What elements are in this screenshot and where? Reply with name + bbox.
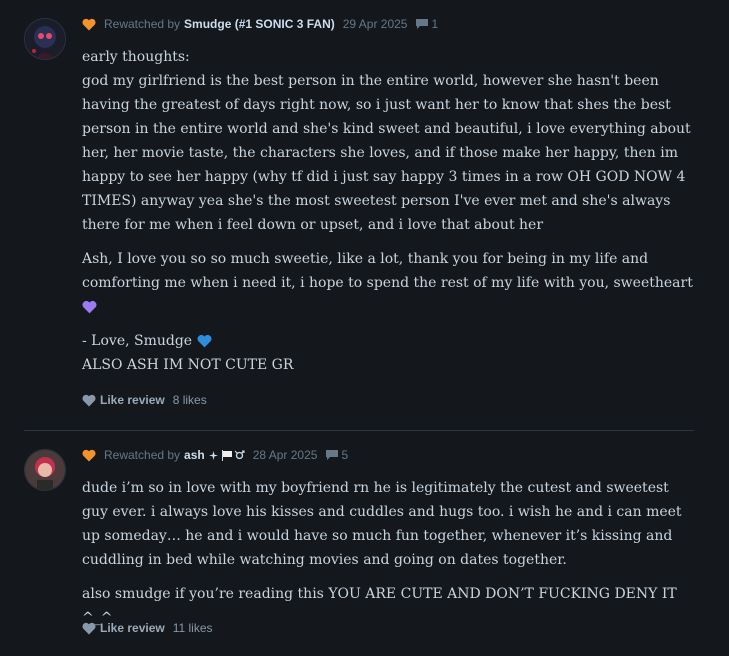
username-link[interactable]: ash — [184, 448, 205, 462]
username-text: ash — [184, 448, 205, 462]
review-body: dude i’m so in love with my boyfriend rn… — [82, 476, 697, 640]
purple-heart-icon — [82, 300, 97, 314]
likes-count[interactable]: 11 likes — [173, 621, 213, 635]
like-heart-icon — [82, 394, 96, 406]
review-line: ALSO ASH IM NOT CUTE GR — [82, 357, 294, 373]
comment-count-value: 1 — [431, 17, 439, 31]
review-meta: Rewatched by ash 28 Apr 2025 5 — [82, 446, 348, 464]
comment-bubble-icon — [416, 19, 429, 29]
comment-count-value: 5 — [341, 448, 349, 462]
avatar[interactable] — [24, 449, 66, 491]
like-heart-icon — [82, 622, 96, 634]
blue-heart-icon — [197, 334, 212, 348]
transgender-symbol-icon — [234, 449, 245, 459]
rewatch-heart-icon — [82, 449, 96, 461]
review-date[interactable]: 28 Apr 2025 — [253, 448, 318, 462]
rewatch-heart-icon — [82, 18, 96, 30]
review-paragraph: early thoughts: god my girlfriend is the… — [82, 45, 697, 237]
review-line: Ash, I love you so so much sweetie, like… — [82, 251, 693, 291]
avatar[interactable] — [24, 18, 66, 60]
like-review-button[interactable]: Like review 11 likes — [82, 621, 213, 635]
review-line: early thoughts: — [82, 49, 190, 65]
username-link[interactable]: Smudge (#1 SONIC 3 FAN) — [184, 17, 335, 31]
comment-bubble-icon — [326, 450, 339, 460]
sparkle-icon — [208, 450, 218, 460]
likes-count[interactable]: 8 likes — [173, 393, 207, 407]
rewatch-label: Rewatched by — [104, 17, 181, 31]
like-review-label: Like review — [100, 621, 165, 635]
review-paragraph: dude i’m so in love with my boyfriend rn… — [82, 480, 682, 568]
white-flag-icon — [221, 449, 232, 461]
review-line: god my girlfriend is the best person in … — [82, 73, 691, 233]
review-line: - Love, Smudge — [82, 333, 193, 349]
review-date[interactable]: 29 Apr 2025 — [343, 17, 408, 31]
comment-count[interactable]: 1 — [415, 17, 438, 31]
comment-count[interactable]: 5 — [325, 448, 348, 462]
review-paragraph: Ash, I love you so so much sweetie, like… — [82, 247, 697, 319]
review-divider — [24, 430, 694, 431]
rewatch-label: Rewatched by — [104, 448, 181, 462]
review-meta: Rewatched by Smudge (#1 SONIC 3 FAN) 29 … — [82, 15, 438, 33]
like-review-label: Like review — [100, 393, 165, 407]
review-paragraph: - Love, Smudge ALSO ASH IM NOT CUTE GR — [82, 329, 697, 377]
review-body: early thoughts: god my girlfriend is the… — [82, 45, 697, 377]
like-review-button[interactable]: Like review 8 likes — [82, 393, 207, 407]
